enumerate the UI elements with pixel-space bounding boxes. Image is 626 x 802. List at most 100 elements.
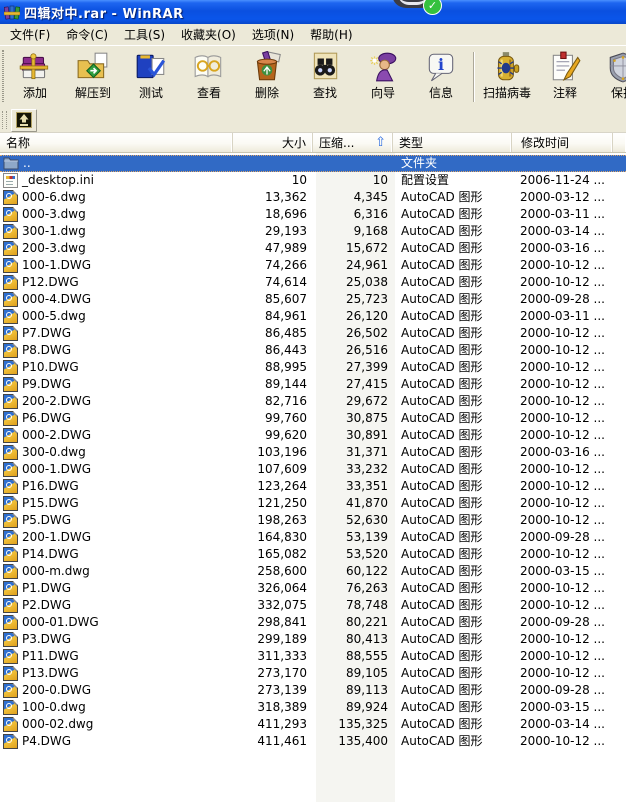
file-size: 103,196 — [257, 445, 307, 459]
file-packed: 26,120 — [346, 309, 388, 323]
table-row[interactable]: _desktop.ini 10 10 配置设置 2006-11-24 ... — [0, 172, 626, 189]
file-type: AutoCAD 图形 — [401, 649, 483, 663]
file-date: 2000-10-12 ... — [520, 377, 605, 391]
table-row[interactable]: P1.DWG 326,064 76,263 AutoCAD 图形 2000-10… — [0, 580, 626, 597]
parent-directory-row[interactable]: .. 文件夹 — [0, 155, 626, 172]
dwg-file-icon — [3, 258, 18, 273]
menu-file[interactable]: 文件(F) — [2, 24, 58, 45]
file-date: 2000-10-12 ... — [520, 547, 605, 561]
table-row[interactable]: P8.DWG 86,443 26,516 AutoCAD 图形 2000-10-… — [0, 342, 626, 359]
file-packed: 80,413 — [346, 632, 388, 646]
file-size: 318,389 — [257, 700, 307, 714]
file-name-cell: 000-3.dwg — [0, 206, 233, 223]
file-name: 100-1.DWG — [22, 258, 92, 272]
toolbar-gripper[interactable] — [2, 50, 4, 102]
table-row[interactable]: P16.DWG 123,264 33,351 AutoCAD 图形 2000-1… — [0, 478, 626, 495]
dwg-file-icon — [3, 564, 18, 579]
test-button[interactable]: 测试 — [122, 48, 180, 104]
table-row[interactable]: 000-01.DWG 298,841 80,221 AutoCAD 图形 200… — [0, 614, 626, 631]
dwg-file-icon — [3, 292, 18, 307]
add-button[interactable]: 添加 — [6, 48, 64, 104]
dwg-file-icon — [3, 615, 18, 630]
address-bar-gripper[interactable] — [2, 111, 7, 129]
table-row[interactable]: P13.DWG 273,170 89,105 AutoCAD 图形 2000-1… — [0, 665, 626, 682]
table-row[interactable]: 000-5.dwg 84,961 26,120 AutoCAD 图形 2000-… — [0, 308, 626, 325]
file-size: 107,609 — [257, 462, 307, 476]
file-size: 258,600 — [257, 564, 307, 578]
table-row[interactable]: P14.DWG 165,082 53,520 AutoCAD 图形 2000-1… — [0, 546, 626, 563]
table-row[interactable]: P7.DWG 86,485 26,502 AutoCAD 图形 2000-10-… — [0, 325, 626, 342]
file-name-cell: 300-0.dwg — [0, 444, 233, 461]
info-label: 信息 — [428, 86, 453, 100]
table-row[interactable]: P2.DWG 332,075 78,748 AutoCAD 图形 2000-10… — [0, 597, 626, 614]
file-packed: 26,502 — [346, 326, 388, 340]
wizard-button[interactable]: 向导 — [354, 48, 412, 104]
table-row[interactable]: 000-2.DWG 99,620 30,891 AutoCAD 图形 2000-… — [0, 427, 626, 444]
file-size: 47,989 — [265, 241, 307, 255]
view-button[interactable]: 查看 — [180, 48, 238, 104]
table-row[interactable]: 300-0.dwg 103,196 31,371 AutoCAD 图形 2000… — [0, 444, 626, 461]
menu-help[interactable]: 帮助(H) — [302, 24, 360, 45]
menu-favorites[interactable]: 收藏夹(O) — [173, 24, 244, 45]
table-row[interactable]: 200-3.dwg 47,989 15,672 AutoCAD 图形 2000-… — [0, 240, 626, 257]
table-row[interactable]: P4.DWG 411,461 135,400 AutoCAD 图形 2000-1… — [0, 733, 626, 750]
table-row[interactable]: 000-4.DWG 85,607 25,723 AutoCAD 图形 2000-… — [0, 291, 626, 308]
protect-button[interactable]: 保护 — [594, 48, 626, 104]
table-row[interactable]: P10.DWG 88,995 27,399 AutoCAD 图形 2000-10… — [0, 359, 626, 376]
column-header-date[interactable]: 修改时间 — [512, 133, 613, 152]
table-row[interactable]: P3.DWG 299,189 80,413 AutoCAD 图形 2000-10… — [0, 631, 626, 648]
table-row[interactable]: P12.DWG 74,614 25,038 AutoCAD 图形 2000-10… — [0, 274, 626, 291]
file-packed: 6,316 — [353, 207, 388, 221]
table-row[interactable]: 100-1.DWG 74,266 24,961 AutoCAD 图形 2000-… — [0, 257, 626, 274]
table-row[interactable]: P15.DWG 121,250 41,870 AutoCAD 图形 2000-1… — [0, 495, 626, 512]
toolbar: 添加 解压到 测试 查看 删除 查找 向导 i 信息 扫描病毒 注释 保 — [0, 45, 626, 108]
table-row[interactable]: 000-1.DWG 107,609 33,232 AutoCAD 图形 2000… — [0, 461, 626, 478]
file-name: 200-3.dwg — [22, 241, 86, 255]
extract-to-button[interactable]: 解压到 — [64, 48, 122, 104]
file-name-cell: P11.DWG — [0, 648, 233, 665]
view-label: 查看 — [196, 86, 221, 100]
column-header-size[interactable]: 大小 — [233, 133, 313, 152]
column-header-name[interactable]: 名称 — [0, 133, 233, 152]
table-row[interactable]: 000-3.dwg 18,696 6,316 AutoCAD 图形 2000-0… — [0, 206, 626, 223]
table-row[interactable]: 000-02.dwg 411,293 135,325 AutoCAD 图形 20… — [0, 716, 626, 733]
info-button[interactable]: i 信息 — [412, 48, 470, 104]
title-bar[interactable]: 四辑对中.rar - WinRAR ✓ — [0, 0, 626, 24]
file-date: 2006-11-24 ... — [520, 173, 605, 187]
file-type: AutoCAD 图形 — [401, 581, 483, 595]
column-type-label: 类型 — [399, 136, 424, 150]
file-date: 2000-10-12 ... — [520, 581, 605, 595]
table-row[interactable]: 000-m.dwg 258,600 60,122 AutoCAD 图形 2000… — [0, 563, 626, 580]
table-row[interactable]: P5.DWG 198,263 52,630 AutoCAD 图形 2000-10… — [0, 512, 626, 529]
menu-options[interactable]: 选项(N) — [244, 24, 302, 45]
file-type: AutoCAD 图形 — [401, 411, 483, 425]
file-size: 13,362 — [265, 190, 307, 204]
table-row[interactable]: 000-6.dwg 13,362 4,345 AutoCAD 图形 2000-0… — [0, 189, 626, 206]
find-button[interactable]: 查找 — [296, 48, 354, 104]
table-row[interactable]: P11.DWG 311,333 88,555 AutoCAD 图形 2000-1… — [0, 648, 626, 665]
table-row[interactable]: 300-1.dwg 29,193 9,168 AutoCAD 图形 2000-0… — [0, 223, 626, 240]
up-directory-button[interactable] — [11, 108, 37, 132]
table-row[interactable]: P9.DWG 89,144 27,415 AutoCAD 图形 2000-10-… — [0, 376, 626, 393]
file-date: 2000-10-12 ... — [520, 343, 605, 357]
file-packed: 80,221 — [346, 615, 388, 629]
menu-commands[interactable]: 命令(C) — [58, 24, 116, 45]
comment-button[interactable]: 注释 — [536, 48, 594, 104]
menu-tools[interactable]: 工具(S) — [116, 24, 173, 45]
table-row[interactable]: 200-1.DWG 164,830 53,139 AutoCAD 图形 2000… — [0, 529, 626, 546]
table-row[interactable]: P6.DWG 99,760 30,875 AutoCAD 图形 2000-10-… — [0, 410, 626, 427]
column-header-packed[interactable]: 压缩... ⇧ — [313, 133, 393, 152]
file-name: P16.DWG — [22, 479, 79, 493]
file-type: AutoCAD 图形 — [401, 700, 483, 714]
table-row[interactable]: 200-0.DWG 273,139 89,113 AutoCAD 图形 2000… — [0, 682, 626, 699]
file-name: P13.DWG — [22, 666, 79, 680]
column-name-label: 名称 — [6, 136, 31, 150]
scan-virus-button[interactable]: 扫描病毒 — [478, 48, 536, 104]
column-header-type[interactable]: 类型 — [393, 133, 512, 152]
table-row[interactable]: 100-0.dwg 318,389 89,924 AutoCAD 图形 2000… — [0, 699, 626, 716]
delete-button[interactable]: 删除 — [238, 48, 296, 104]
file-packed: 88,555 — [346, 649, 388, 663]
dwg-file-icon — [3, 547, 18, 562]
file-size: 123,264 — [257, 479, 307, 493]
table-row[interactable]: 200-2.DWG 82,716 29,672 AutoCAD 图形 2000-… — [0, 393, 626, 410]
